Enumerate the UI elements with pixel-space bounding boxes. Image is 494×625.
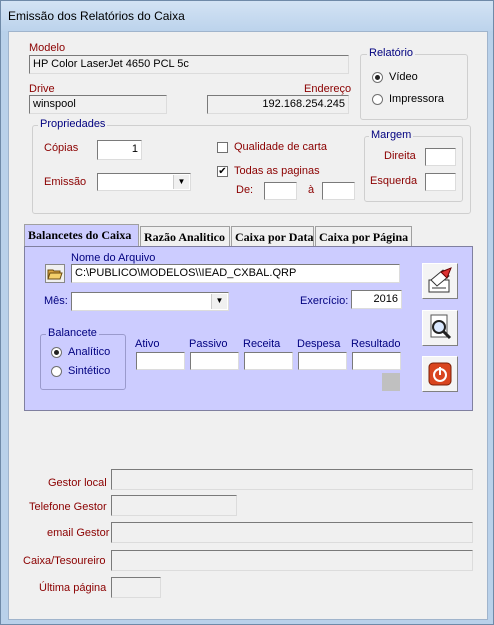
caixa-tesoureiro-label: Caixa/Tesoureiro	[23, 555, 106, 567]
all-pages-label[interactable]: Todas as paginas	[234, 165, 320, 177]
year-label: Exercício:	[300, 295, 349, 307]
year-field[interactable]: 2016	[351, 290, 402, 309]
folder-open-icon[interactable]	[45, 264, 65, 283]
tab-balancetes[interactable]: Balancetes do Caixa	[24, 224, 139, 246]
margin-group-label: Margem	[369, 129, 414, 141]
model-field[interactable]: HP Color LaserJet 4650 PCL 5c	[29, 55, 349, 74]
printer-radio-label[interactable]: Impressora	[389, 93, 444, 105]
address-label: Endereço	[304, 83, 352, 95]
all-pages-checkbox[interactable]: ✔	[217, 166, 228, 177]
to-label: à	[308, 184, 315, 196]
file-name-label: Nome do Arquivo	[71, 252, 156, 264]
emission-select[interactable]: ▼	[97, 173, 191, 191]
gestor-local-field[interactable]	[111, 469, 473, 490]
margin-left-label: Esquerda	[370, 175, 418, 187]
analitico-radio-label[interactable]: Analítico	[68, 346, 110, 358]
col-ativo-label: Ativo	[135, 338, 160, 350]
sintetico-radio-label[interactable]: Sintético	[68, 365, 110, 377]
exit-button[interactable]	[422, 356, 458, 392]
quality-label[interactable]: Qualidade de carta	[234, 141, 327, 153]
emission-label: Emissão	[44, 176, 87, 188]
gestor-local-label: Gestor local	[48, 477, 107, 489]
properties-group: Propriedades Cópias 1 Emissão ▼ Qualidad…	[32, 118, 471, 214]
margin-group: Margem Direita Esquerda	[364, 129, 463, 202]
margin-left-field[interactable]	[425, 173, 456, 191]
model-label: Modelo	[29, 42, 66, 54]
window-title: Emissão dos Relatórios do Caixa	[8, 9, 185, 23]
window-client-area: Modelo HP Color LaserJet 4650 PCL 5c Dri…	[8, 31, 488, 620]
margin-right-field[interactable]	[425, 148, 456, 166]
ativo-field[interactable]	[136, 352, 185, 370]
printer-radio[interactable]	[372, 94, 383, 105]
ultima-pagina-label: Última página	[39, 582, 107, 594]
month-select[interactable]: ▼	[71, 292, 229, 311]
drive-field[interactable]: winspool	[29, 95, 167, 114]
to-page-field[interactable]	[322, 182, 355, 200]
analitico-radio[interactable]	[51, 347, 62, 358]
title-bar[interactable]: Emissão dos Relatórios do Caixa	[1, 1, 493, 31]
month-label: Mês:	[44, 295, 68, 307]
quality-checkbox[interactable]	[217, 142, 228, 153]
col-passivo-label: Passivo	[189, 338, 228, 350]
resultado-field[interactable]	[352, 352, 401, 370]
report-group-label: Relatório	[367, 47, 416, 59]
balancete-group-label: Balancete	[46, 327, 99, 339]
drive-label: Drive	[29, 83, 55, 95]
report-destination-group: Relatório Vídeo Impressora	[360, 47, 468, 120]
tab-caixa-por-data[interactable]: Caixa por Data	[231, 226, 314, 246]
copies-field[interactable]: 1	[97, 140, 142, 160]
preview-magnifier-icon	[430, 314, 452, 340]
col-despesa-label: Despesa	[297, 338, 341, 350]
dropdown-arrow-icon[interactable]: ▼	[173, 175, 189, 189]
email-gestor-field[interactable]	[111, 522, 473, 543]
balancete-type-group: Balancete Analítico Sintético	[40, 327, 126, 390]
preview-button[interactable]	[422, 310, 458, 346]
col-receita-label: Receita	[243, 338, 281, 350]
video-radio[interactable]	[372, 72, 383, 83]
telefone-gestor-label: Telefone Gestor	[29, 501, 107, 513]
receita-field[interactable]	[244, 352, 293, 370]
address-field[interactable]: 192.168.254.245	[207, 95, 349, 114]
margin-right-label: Direita	[384, 150, 416, 162]
report-window: Emissão dos Relatórios do Caixa Modelo H…	[0, 0, 494, 625]
dropdown-arrow-icon[interactable]: ▼	[211, 294, 227, 309]
ultima-pagina-field[interactable]	[111, 577, 161, 598]
despesa-field[interactable]	[298, 352, 347, 370]
power-exit-icon	[428, 362, 452, 386]
caixa-tesoureiro-field[interactable]	[111, 550, 473, 571]
copies-label: Cópias	[44, 142, 79, 154]
passivo-field[interactable]	[190, 352, 239, 370]
from-label: De:	[236, 184, 254, 196]
tab-caixa-por-pagina[interactable]: Caixa por Página	[315, 226, 412, 246]
file-name-field[interactable]: C:\PUBLICO\MODELOS\\IEAD_CXBAL.QRP	[71, 264, 400, 283]
email-gestor-label: email Gestor	[47, 527, 110, 539]
scroll-corner	[382, 373, 400, 391]
col-resultado-label: Resultado	[351, 338, 401, 350]
report-tabs: Balancetes do Caixa Razão Analitico Caix…	[24, 224, 471, 248]
print-icon	[428, 267, 452, 293]
properties-group-label: Propriedades	[38, 118, 108, 130]
print-button[interactable]	[422, 263, 458, 299]
tab-razao-analitico[interactable]: Razão Analitico	[140, 226, 230, 246]
from-page-field[interactable]	[264, 182, 297, 200]
sintetico-radio[interactable]	[51, 366, 62, 377]
balancetes-panel: Nome do Arquivo C:\PUBLICO\MODELOS\\IEAD…	[24, 246, 473, 411]
video-radio-label[interactable]: Vídeo	[389, 71, 418, 83]
telefone-gestor-field[interactable]	[111, 495, 237, 516]
